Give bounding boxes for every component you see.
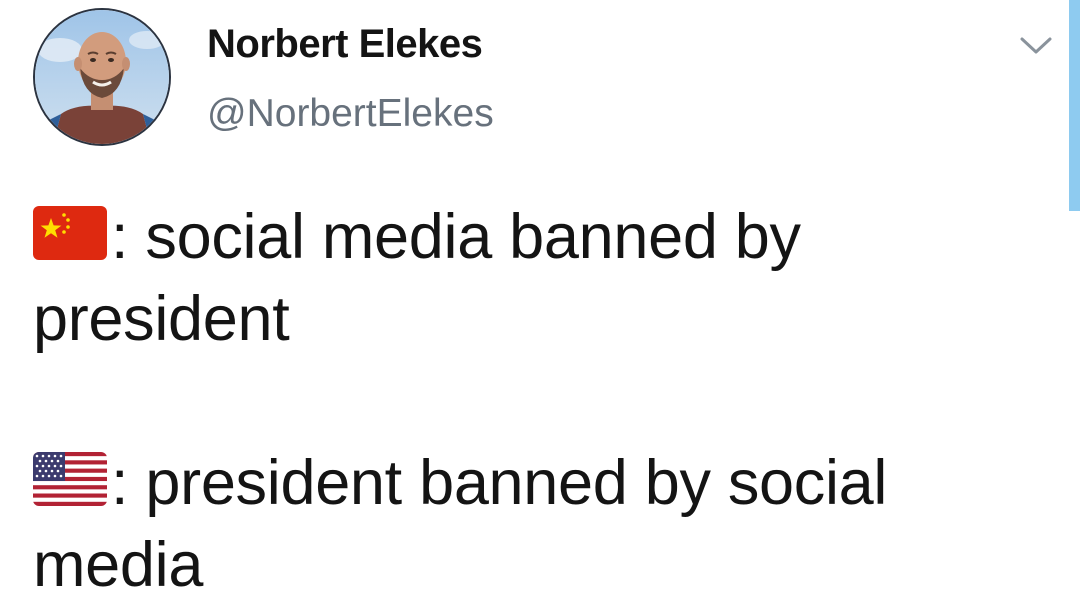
us-flag-icon bbox=[33, 452, 107, 506]
author-avatar[interactable] bbox=[33, 8, 171, 146]
tweet-text-segment: : social media banned by bbox=[111, 202, 801, 272]
avatar-photo bbox=[35, 10, 169, 144]
tweet-text-segment: : president banned by social bbox=[111, 448, 888, 518]
tweet-text: : social media banned by president: pre… bbox=[33, 196, 1033, 606]
tweet-line: : president banned by social bbox=[33, 442, 1033, 524]
scroll-indicator[interactable] bbox=[1069, 0, 1080, 211]
line-break bbox=[33, 360, 1033, 442]
chevron-down-icon[interactable] bbox=[1016, 30, 1056, 60]
author-display-name[interactable]: Norbert Elekes bbox=[207, 22, 483, 67]
author-handle[interactable]: @NorbertElekes bbox=[207, 92, 494, 136]
tweet-line: media bbox=[33, 530, 204, 600]
china-flag-icon bbox=[33, 206, 107, 260]
tweet-line: president bbox=[33, 284, 290, 354]
tweet-line: : social media banned by bbox=[33, 196, 1033, 278]
